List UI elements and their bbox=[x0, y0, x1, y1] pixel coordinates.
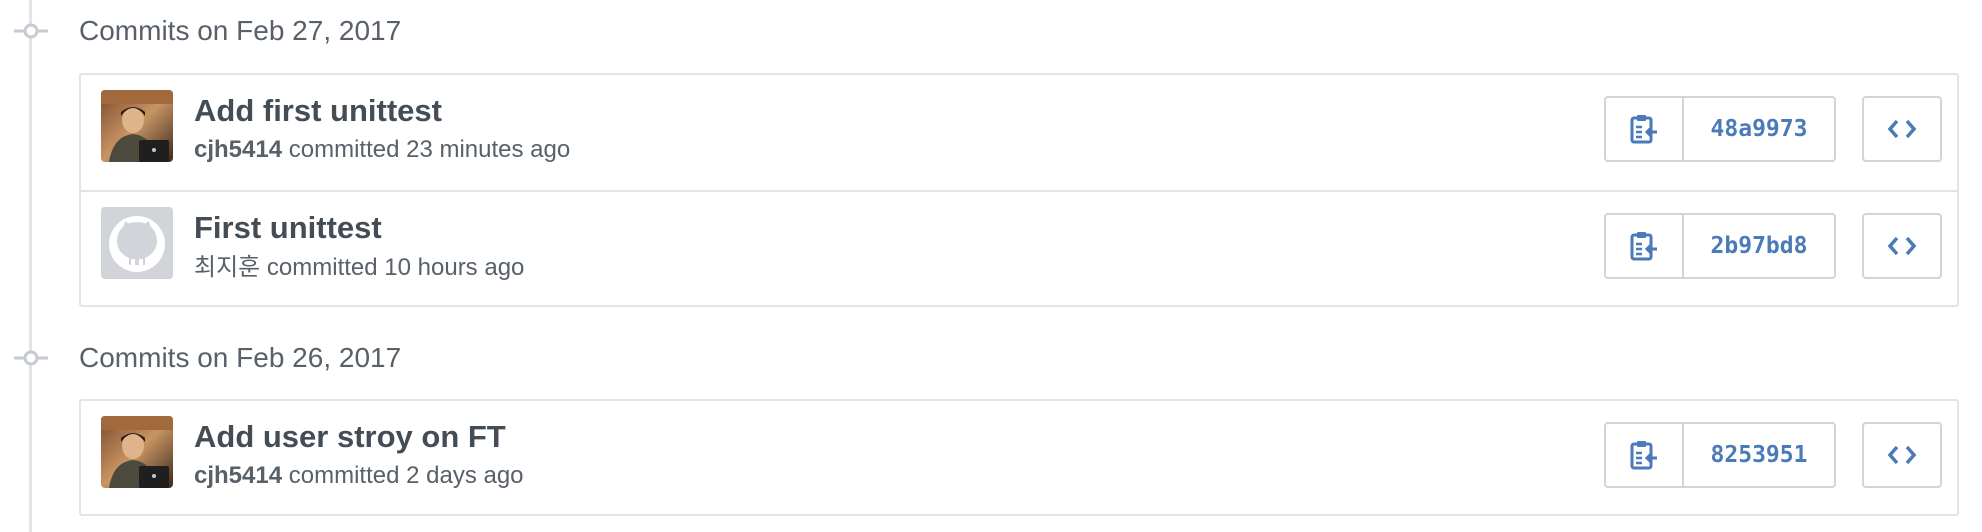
commit-time: committed 23 minutes ago bbox=[282, 136, 571, 163]
copy-sha-button[interactable] bbox=[1606, 215, 1684, 277]
commit-group-title: Commits on Feb 27, 2017 bbox=[79, 15, 402, 46]
copy-sha-button[interactable] bbox=[1606, 98, 1684, 160]
commit-meta: cjh5414 committed 23 minutes ago bbox=[194, 135, 570, 165]
commit-group: Commits on Feb 26, 2017 Add user stroy o… bbox=[0, 327, 1982, 516]
git-commit-icon bbox=[14, 23, 48, 39]
clippy-icon bbox=[1630, 115, 1657, 144]
clippy-icon bbox=[1630, 441, 1657, 470]
commit-sha-link[interactable]: 48a9973 bbox=[1684, 98, 1834, 160]
code-icon bbox=[1887, 236, 1917, 256]
commit-group: Commits on Feb 27, 2017 Add first unitte… bbox=[0, 0, 1982, 307]
copy-sha-button[interactable] bbox=[1606, 424, 1684, 486]
commit-meta: cjh5414 committed 2 days ago bbox=[194, 461, 524, 491]
commit-group-title: Commits on Feb 26, 2017 bbox=[79, 342, 402, 373]
timeline-line bbox=[29, 0, 32, 532]
commit-list: Add first unittest cjh5414 committed 23 … bbox=[79, 73, 1959, 307]
user-photo-icon bbox=[101, 90, 173, 162]
avatar[interactable] bbox=[101, 207, 173, 279]
commit-sha-link[interactable]: 2b97bd8 bbox=[1684, 215, 1834, 277]
commit-list: Add user stroy on FT cjh5414 committed 2… bbox=[79, 399, 1959, 516]
commit-time: committed 2 days ago bbox=[282, 462, 524, 489]
browse-repo-button[interactable] bbox=[1862, 213, 1942, 279]
git-commit-icon bbox=[14, 350, 48, 366]
commit-title[interactable]: Add user stroy on FT bbox=[194, 418, 506, 456]
code-icon bbox=[1887, 119, 1917, 139]
commit-row: Add first unittest cjh5414 committed 23 … bbox=[81, 75, 1957, 190]
sha-button-group: 8253951 bbox=[1604, 422, 1836, 488]
commit-author[interactable]: cjh5414 bbox=[194, 462, 282, 489]
clippy-icon bbox=[1630, 232, 1657, 261]
commit-author: 최지훈 bbox=[194, 253, 261, 281]
commit-sha-link[interactable]: 8253951 bbox=[1684, 424, 1834, 486]
browse-repo-button[interactable] bbox=[1862, 422, 1942, 488]
github-octocat-icon bbox=[101, 207, 173, 279]
commit-title[interactable]: Add first unittest bbox=[194, 92, 442, 130]
commit-row: Add user stroy on FT cjh5414 committed 2… bbox=[81, 401, 1957, 514]
commit-group-header: Commits on Feb 27, 2017 bbox=[0, 0, 1982, 66]
commit-time: committed 10 hours ago bbox=[260, 254, 525, 281]
sha-button-group: 48a9973 bbox=[1604, 96, 1836, 162]
commit-author[interactable]: cjh5414 bbox=[194, 136, 282, 163]
browse-repo-button[interactable] bbox=[1862, 96, 1942, 162]
code-icon bbox=[1887, 445, 1917, 465]
commit-title[interactable]: First unittest bbox=[194, 209, 382, 247]
commit-row: First unittest 최지훈 committed 10 hours ag… bbox=[81, 190, 1957, 305]
sha-button-group: 2b97bd8 bbox=[1604, 213, 1836, 279]
user-photo-icon bbox=[101, 416, 173, 488]
commit-group-header: Commits on Feb 26, 2017 bbox=[0, 327, 1982, 393]
commit-meta: 최지훈 committed 10 hours ago bbox=[194, 252, 524, 283]
avatar[interactable] bbox=[101, 90, 173, 162]
avatar[interactable] bbox=[101, 416, 173, 488]
